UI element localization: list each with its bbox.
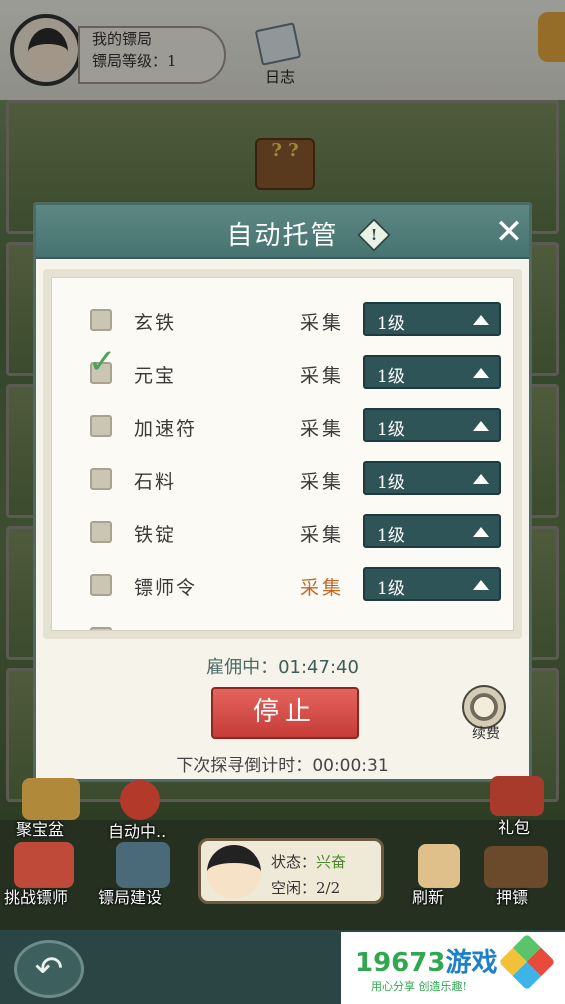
level-value: 1级 (377, 314, 405, 334)
close-button[interactable]: ✕ (494, 215, 524, 249)
level-select[interactable]: 1级 (363, 567, 501, 601)
dialog-title: 自动托管 (226, 221, 339, 251)
checkbox[interactable] (90, 521, 112, 543)
resource-name: 元宝 (134, 365, 177, 387)
hire-status: 雇佣中：01:47:40 (36, 653, 529, 679)
resource-name: 玄铁 (134, 312, 177, 334)
status-value: 兴奋 (316, 853, 347, 871)
level-select[interactable]: 1级 (363, 408, 501, 442)
resource-action: 采集 (300, 365, 345, 387)
triangle-up-icon (473, 580, 489, 590)
escort-avatar (207, 845, 261, 899)
checkbox[interactable] (90, 627, 112, 630)
next-search-countdown: 下次探寻倒计时：00:00:31 (36, 751, 529, 776)
auto-label: 自动中.. (108, 822, 167, 841)
resource-row: 石料 采集 1级 (52, 459, 513, 499)
resource-list[interactable]: 玄铁 采集 1级 ✓ 元宝 采集 1级 加速符 采集 1级 石料 采集 1级 铁… (51, 277, 514, 631)
level-select[interactable]: 1级 (363, 302, 501, 336)
resource-action: 采集 (300, 471, 345, 493)
auto-icon[interactable] (120, 780, 160, 820)
cube-logo-icon (498, 933, 556, 991)
status-label: 状态： (271, 853, 317, 871)
level-select[interactable]: 1级 (363, 355, 501, 389)
hire-time: 01:47:40 (278, 657, 359, 678)
resource-name: 铁锭 (134, 524, 177, 546)
level-value: 1级 (377, 367, 405, 387)
ad-slogan: 用心分享 创造乐趣! (371, 980, 467, 993)
hire-label: 雇佣中： (206, 657, 279, 678)
back-button[interactable]: ↶ (14, 940, 84, 998)
renew-label: 续费 (472, 726, 500, 742)
triangle-up-icon (473, 368, 489, 378)
resource-row: 镖师令 采集 1级 (52, 565, 513, 605)
status-line: 状态：兴奋 (271, 851, 346, 872)
triangle-up-icon (473, 527, 489, 537)
escort-cart-icon[interactable] (484, 846, 548, 888)
resource-row: 铁锭 采集 1级 (52, 512, 513, 552)
dialog-header: 自动托管 ! ✕ (36, 205, 529, 259)
checkbox[interactable] (90, 415, 112, 437)
resource-name: 镖师令 (134, 577, 198, 599)
checkbox[interactable] (90, 574, 112, 596)
ad-brand: 19673游戏 (355, 948, 498, 978)
renew-button[interactable]: 续费 (462, 685, 510, 745)
build-label: 镖局建设 (98, 888, 163, 907)
refresh-label: 刷新 (412, 888, 445, 907)
building-icon[interactable] (116, 842, 170, 888)
gift-box-icon[interactable] (490, 776, 544, 816)
auto-manage-dialog: 自动托管 ! ✕ 玄铁 采集 1级 ✓ 元宝 采集 1级 加速符 采集 1级 石… (33, 202, 532, 782)
treasure-bowl-icon[interactable] (22, 778, 80, 820)
checkmark-icon: ✓ (88, 342, 117, 382)
resource-list-panel: 玄铁 采集 1级 ✓ 元宝 采集 1级 加速符 采集 1级 石料 采集 1级 铁… (43, 269, 522, 639)
stop-button[interactable]: 停止 (211, 687, 359, 739)
level-select[interactable]: 1级 (363, 514, 501, 548)
watermark-ad: 19673游戏 用心分享 创造乐趣! (341, 932, 565, 1004)
level-value: 1级 (377, 473, 405, 493)
level-value: 1级 (377, 579, 405, 599)
resource-row: ✓ 元宝 采集 1级 (52, 345, 513, 393)
checkbox[interactable] (90, 309, 112, 331)
next-label: 下次探寻倒计时： (176, 756, 313, 776)
triangle-up-icon (473, 421, 489, 431)
treasure-label: 聚宝盆 (16, 820, 65, 839)
challenge-label: 挑战镖师 (4, 888, 69, 907)
idle-value: 2/2 (316, 879, 341, 897)
resource-name: 加速符 (134, 418, 198, 440)
refresh-scroll-icon[interactable] (418, 844, 460, 888)
resource-name: 石料 (134, 471, 177, 493)
level-value: 1级 (377, 420, 405, 440)
escort-label: 押镖 (496, 888, 529, 907)
next-time: 00:00:31 (312, 756, 389, 776)
level-select[interactable]: 1级 (363, 461, 501, 495)
idle-line: 空闲：2/2 (271, 877, 340, 898)
back-arrow-icon: ↶ (34, 949, 64, 989)
resource-action: 采集 (300, 524, 345, 546)
resource-row: 玄铁 采集 1级 (52, 300, 513, 340)
triangle-up-icon (473, 315, 489, 325)
resource-action: 采集 (300, 577, 345, 599)
challenge-icon[interactable] (14, 842, 74, 888)
resource-action: 采集 (300, 312, 345, 334)
idle-label: 空闲： (271, 879, 317, 897)
triangle-up-icon (473, 474, 489, 484)
resource-row-partial (52, 618, 513, 630)
gift-label: 礼包 (498, 818, 531, 837)
level-value: 1级 (377, 526, 405, 546)
resource-row: 加速符 采集 1级 (52, 406, 513, 446)
escort-status-card[interactable]: 状态：兴奋 空闲：2/2 (198, 838, 384, 904)
resource-action: 采集 (300, 418, 345, 440)
checkbox[interactable] (90, 468, 112, 490)
